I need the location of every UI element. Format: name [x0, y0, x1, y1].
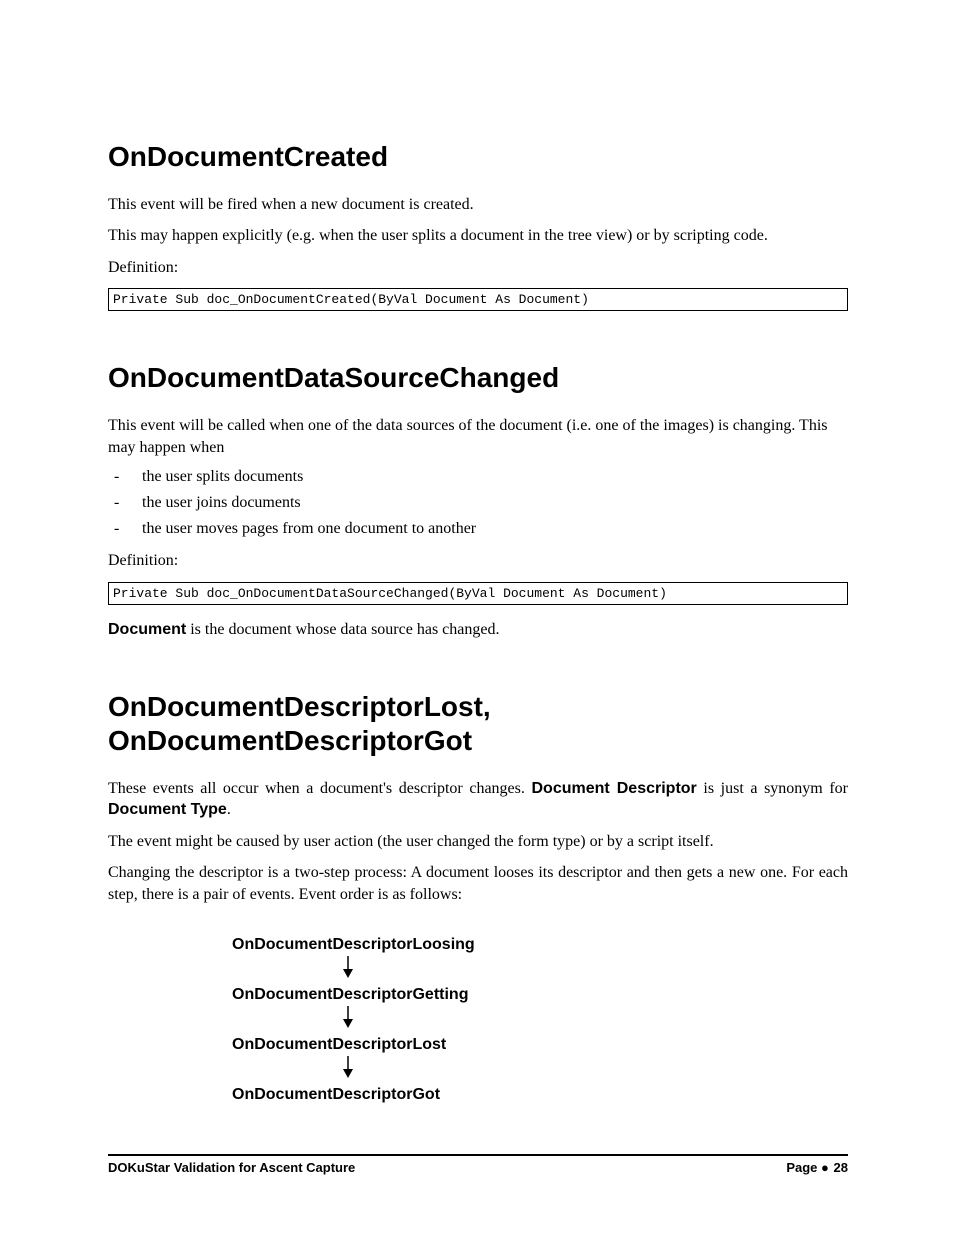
arrow-down-icon: [232, 956, 354, 982]
paragraph: Changing the descriptor is a two-step pr…: [108, 862, 848, 905]
section-ondocumentdescriptor: OnDocumentDescriptorLost, OnDocumentDesc…: [108, 690, 848, 1103]
paragraph: This may happen explicitly (e.g. when th…: [108, 225, 848, 247]
text: .: [227, 801, 231, 818]
footer-separator: ●: [821, 1160, 830, 1175]
list-item: the user joins documents: [108, 494, 848, 512]
code-block: Private Sub doc_OnDocumentDataSourceChan…: [108, 582, 848, 605]
note-text: is the document whose data source has ch…: [186, 621, 499, 638]
heading: OnDocumentCreated: [108, 140, 848, 174]
section-ondocumentcreated: OnDocumentCreated This event will be fir…: [108, 140, 848, 311]
definition-label: Definition:: [108, 550, 848, 572]
term: Document Descriptor: [531, 780, 696, 797]
note-bold: Document: [108, 621, 186, 638]
definition-label: Definition:: [108, 257, 848, 279]
event-name: OnDocumentDescriptorLost: [232, 1036, 446, 1054]
term: Document Type: [108, 801, 227, 818]
event-name: OnDocumentDescriptorGetting: [232, 986, 468, 1004]
list-item: the user splits documents: [108, 468, 848, 486]
note: Document is the document whose data sour…: [108, 619, 848, 641]
footer-page: Page ● 28: [786, 1160, 848, 1175]
footer-page-label: Page: [786, 1160, 817, 1175]
paragraph: The event might be caused by user action…: [108, 831, 848, 853]
page-footer: DOKuStar Validation for Ascent Capture P…: [108, 1154, 848, 1175]
list-item: the user moves pages from one document t…: [108, 520, 848, 538]
paragraph: This event will be fired when a new docu…: [108, 194, 848, 216]
footer-page-number: 28: [834, 1160, 848, 1175]
paragraph: These events all occur when a document's…: [108, 778, 848, 821]
heading: OnDocumentDescriptorLost, OnDocumentDesc…: [108, 690, 848, 757]
code-block: Private Sub doc_OnDocumentCreated(ByVal …: [108, 288, 848, 311]
arrow-down-icon: [232, 1056, 354, 1082]
paragraph: This event will be called when one of th…: [108, 415, 848, 458]
event-flow: OnDocumentDescriptorLoosing OnDocumentDe…: [108, 936, 848, 1104]
heading: OnDocumentDataSourceChanged: [108, 361, 848, 395]
text: These events all occur when a document's…: [108, 780, 531, 797]
event-name: OnDocumentDescriptorLoosing: [232, 936, 475, 954]
text: is just a synonym for: [697, 780, 848, 797]
section-ondocumentdatasourcechanged: OnDocumentDataSourceChanged This event w…: [108, 361, 848, 640]
event-name: OnDocumentDescriptorGot: [232, 1086, 440, 1104]
arrow-down-icon: [232, 1006, 354, 1032]
bullet-list: the user splits documents the user joins…: [108, 468, 848, 538]
footer-title: DOKuStar Validation for Ascent Capture: [108, 1160, 355, 1175]
